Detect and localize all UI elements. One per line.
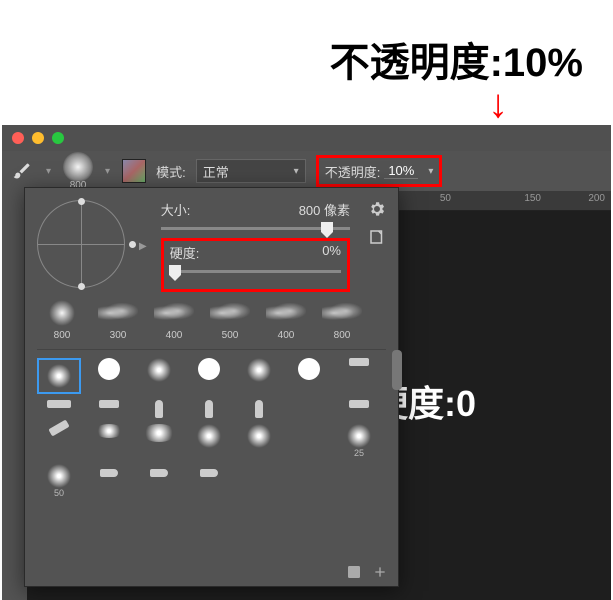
brush-tip-item[interactable] [137, 424, 181, 458]
brush-tip-item[interactable] [237, 358, 281, 394]
brush-tip-item-selected[interactable] [37, 358, 81, 394]
brush-tip-item[interactable] [87, 424, 131, 458]
brush-settings-panel: ▶ 大小: 800 像素 硬度: 0% [24, 187, 399, 587]
brush-tip-item[interactable] [137, 464, 181, 498]
size-label: 大小: [161, 200, 191, 219]
brush-angle-picker[interactable] [37, 200, 125, 288]
size-value[interactable]: 800 像素 [299, 200, 350, 219]
mode-label: 模式: [156, 162, 186, 181]
blend-mode-value: 正常 [203, 162, 229, 181]
opacity-control-highlight: 不透明度: 10% ▾ [316, 155, 443, 187]
new-brush-icon[interactable] [372, 564, 388, 580]
arrow-down-annotation: ↓ [488, 82, 508, 127]
scrollbar[interactable] [392, 350, 402, 390]
brush-tip-item[interactable] [337, 400, 381, 418]
brush-preset-item[interactable]: 500 [205, 298, 255, 341]
gear-icon[interactable] [368, 200, 386, 218]
brush-tip-item[interactable] [87, 464, 131, 498]
ruler-tick: 150 [524, 193, 541, 204]
brush-tip-item[interactable] [187, 400, 231, 418]
brush-preset-item[interactable]: 300 [93, 298, 143, 341]
brush-tip-item[interactable] [87, 358, 131, 394]
brush-tip-item[interactable] [337, 358, 381, 394]
opacity-label: 不透明度: [325, 162, 381, 181]
preview-size-icon[interactable] [346, 564, 362, 580]
new-preset-icon[interactable] [368, 228, 386, 246]
hardness-slider[interactable] [170, 270, 341, 273]
blend-mode-select[interactable]: 正常 ▾ [196, 159, 306, 183]
minimize-window-button[interactable] [32, 132, 44, 144]
brush-preset-item[interactable]: 800 [317, 298, 367, 341]
chevron-down-icon: ▾ [294, 166, 299, 177]
brush-tip-item[interactable] [237, 424, 281, 458]
chevron-down-icon: ▾ [46, 166, 51, 177]
ruler-tick: 50 [440, 193, 451, 204]
hardness-highlight: 硬度: 0% [161, 238, 350, 292]
chevron-down-icon[interactable]: ▾ [428, 166, 433, 177]
size-slider[interactable] [161, 227, 350, 230]
app-window: ▾ 800 ▾ 模式: 正常 ▾ 不透明度: 10% ▾ 50 150 200 … [2, 125, 611, 600]
hardness-label: 硬度: [170, 243, 200, 262]
brush-tip-item[interactable] [37, 400, 81, 418]
maximize-window-button[interactable] [52, 132, 64, 144]
brush-tip-item[interactable] [187, 464, 231, 498]
brush-presets-row-1: 800 300 400 500 400 800 [37, 298, 386, 341]
brush-tip-item[interactable] [287, 358, 331, 394]
flip-arrow-icon[interactable]: ▶ [139, 241, 147, 252]
panel-footer [346, 564, 388, 580]
brush-preset-picker[interactable]: 800 [63, 152, 93, 191]
brush-tip-item[interactable]: 50 [37, 464, 81, 498]
close-window-button[interactable] [12, 132, 24, 144]
brush-preset-item[interactable]: 400 [261, 298, 311, 341]
brush-tip-item[interactable] [137, 358, 181, 394]
brush-panel-toggle-icon[interactable] [122, 159, 146, 183]
brush-tip-item[interactable] [187, 358, 231, 394]
brush-tips-grid: 25 50 [37, 349, 386, 498]
ruler-tick: 200 [588, 193, 605, 204]
size-slider-row: 大小: 800 像素 [161, 200, 350, 230]
opacity-value-input[interactable]: 10% [384, 163, 418, 179]
brush-preset-item[interactable]: 400 [149, 298, 199, 341]
brush-tip-item[interactable]: 25 [337, 424, 381, 458]
titlebar [2, 125, 611, 151]
annotation-opacity-text: 不透明度:10% [330, 30, 583, 88]
brush-tip-item[interactable] [237, 400, 281, 418]
hardness-value[interactable]: 0% [322, 243, 341, 262]
brush-tool-icon[interactable] [10, 159, 34, 183]
brush-tip-item[interactable] [87, 400, 131, 418]
brush-tip-item[interactable] [187, 424, 231, 458]
brush-tip-item[interactable] [37, 424, 81, 458]
brush-preview-icon [63, 152, 93, 182]
chevron-down-icon: ▾ [105, 166, 110, 177]
brush-preset-item[interactable]: 800 [37, 298, 87, 341]
options-bar: ▾ 800 ▾ 模式: 正常 ▾ 不透明度: 10% ▾ [2, 151, 611, 191]
brush-tip-item[interactable] [137, 400, 181, 418]
